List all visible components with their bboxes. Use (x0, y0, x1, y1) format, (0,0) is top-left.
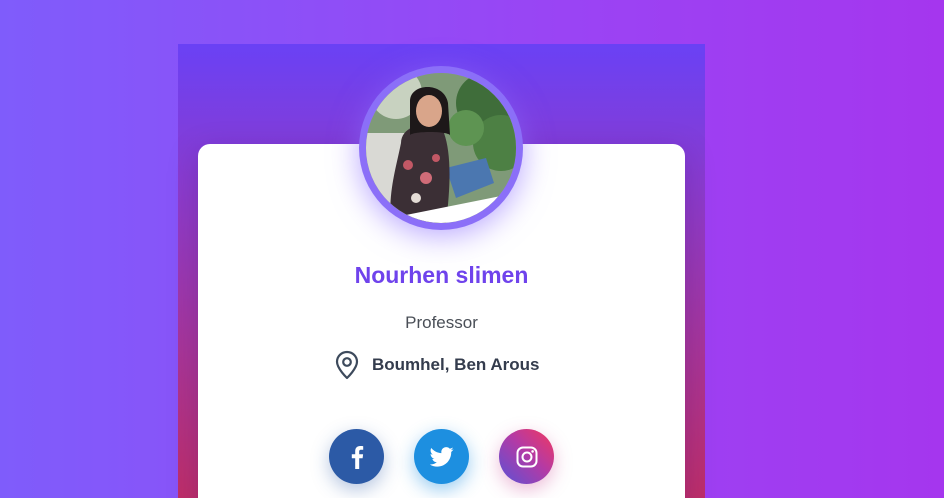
twitter-icon (429, 446, 454, 467)
avatar-ring (359, 66, 523, 230)
profile-role: Professor (405, 313, 478, 332)
twitter-button[interactable] (414, 429, 469, 484)
instagram-button[interactable] (499, 429, 554, 484)
avatar (366, 73, 516, 223)
location-pin-icon (335, 350, 359, 380)
profile-name: Nourhen slimen (354, 262, 529, 288)
instagram-icon (516, 446, 537, 467)
profile-location: Boumhel, Ben Arous (334, 350, 540, 380)
facebook-button[interactable] (329, 429, 384, 484)
location-text: Boumhel, Ben Arous (372, 355, 540, 374)
avatar-photo (366, 73, 516, 223)
facebook-icon (351, 445, 363, 469)
